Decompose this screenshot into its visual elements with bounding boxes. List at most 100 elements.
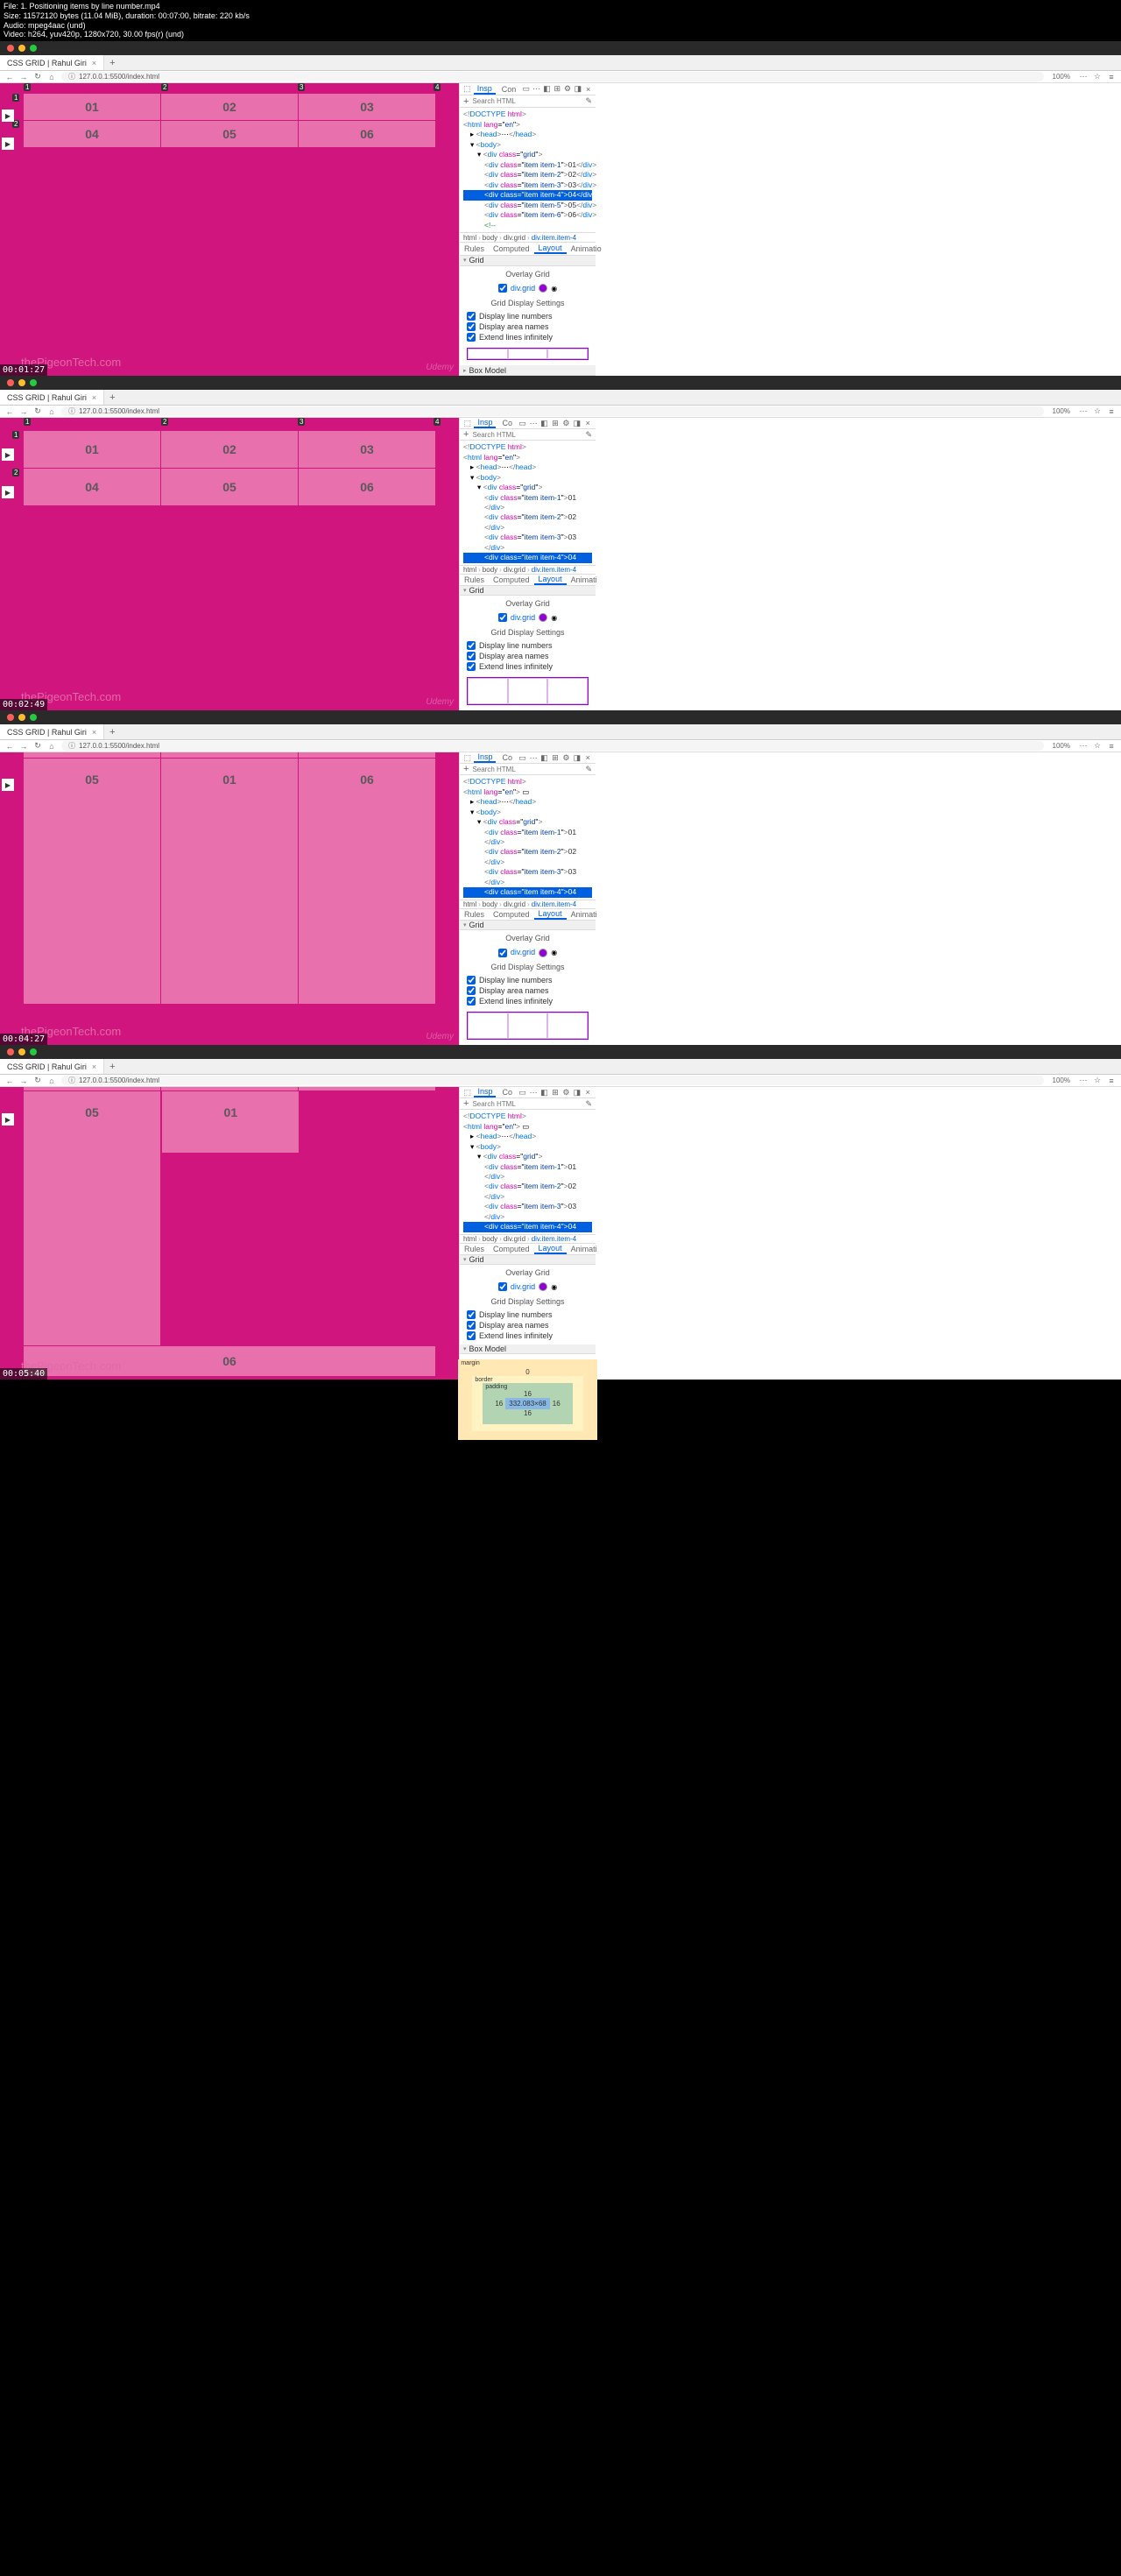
grid-item: 05 (161, 121, 298, 147)
box-model-header[interactable]: ▸Box Model (460, 365, 596, 376)
video-codec: Video: h264, yuv420p, 1280x720, 30.00 fp… (4, 30, 1117, 39)
dom-item-2[interactable]: <div class="item item-2">02</div> (463, 170, 592, 180)
browser-tab[interactable]: CSS GRID | Rahul Giri × (0, 55, 104, 70)
grid-section-header[interactable]: ▾Grid (460, 256, 596, 266)
grid-item: 03 (161, 1087, 298, 1090)
devtools-panel: ⬚ Insp Co ▭⋯◧⊞⚙◨× +✎ <!DOCTYPE html> <ht… (459, 418, 596, 710)
console-tab[interactable]: Con (498, 83, 520, 95)
layout-tab[interactable]: Layout (534, 243, 567, 254)
dom-body[interactable]: ▾ <body> (463, 140, 592, 150)
timecode: 00:02:49 (0, 699, 47, 710)
responsive-icon[interactable]: ▭ (522, 84, 530, 94)
paint-icon[interactable]: ◧ (543, 84, 551, 94)
reload-button[interactable]: ↻ (33, 73, 42, 81)
zoom-indicator[interactable]: 100% (1049, 73, 1074, 81)
bc-body[interactable]: body (483, 234, 497, 242)
overlay-grid-checkbox[interactable] (498, 284, 507, 293)
new-tab-button[interactable]: + (104, 58, 120, 68)
grid-item: 04 (299, 752, 435, 758)
search-html-input[interactable] (472, 431, 582, 439)
grid-line-marker: 2 (12, 469, 19, 476)
play-indicator-icon: ▶ (2, 779, 14, 791)
maximize-window-icon[interactable] (30, 45, 37, 52)
close-tab-icon[interactable]: × (92, 59, 96, 67)
breadcrumb-bar: html› body› div.grid› div.item.item-4 (460, 232, 596, 243)
bc-grid[interactable]: div.grid (504, 234, 525, 242)
inspector-tab[interactable]: Insp (474, 83, 496, 95)
edit-icon[interactable]: ✎ (585, 96, 592, 106)
devtools-search-row: + ✎ (460, 95, 596, 108)
more-icon[interactable]: ⋯ (532, 84, 540, 94)
reader-icon[interactable]: ⋯ (1079, 73, 1088, 81)
page-viewport: ▶ ▶ 1 2 3 4 1 2 01 02 03 04 05 06 thePig… (0, 83, 459, 376)
storage-icon[interactable]: ⊞ (553, 84, 561, 94)
dom-tree[interactable]: <!DOCTYPE html> <html lang="en"> ▸ <head… (460, 441, 596, 565)
grid-line-marker: 3 (298, 418, 305, 426)
play-indicator-icon: ▶ (2, 448, 14, 461)
close-devtools-icon[interactable]: × (584, 84, 592, 94)
dom-item-4-selected[interactable]: <div class="item item-4">04 (463, 553, 592, 562)
inspector-tab[interactable]: Insp (474, 418, 496, 428)
timecode: 00:04:27 (0, 1034, 47, 1045)
menu-icon[interactable]: ≡ (1107, 73, 1116, 81)
devtools-toolbar: ⬚ Insp Con ▭ ⋯ ◧ ⊞ ⚙ ◨ × (460, 83, 596, 95)
dom-item-3[interactable]: <div class="item item-3">03</div> (463, 180, 592, 190)
close-window-icon[interactable] (7, 45, 14, 52)
home-button[interactable]: ⌂ (47, 73, 56, 81)
dom-tree[interactable]: <!DOCTYPE html> <html lang="en"> ▸ <head… (460, 108, 596, 232)
dom-html[interactable]: <html lang="en"> (463, 120, 592, 130)
add-node-icon[interactable]: + (463, 96, 469, 107)
setting-line-numbers-checkbox[interactable] (467, 312, 476, 321)
grid-settings-title: Grid Display Settings (460, 295, 596, 311)
browser-tab-bar: CSS GRID | Rahul Giri × + (0, 55, 1121, 71)
url-field[interactable]: ⓘ127.0.0.1:5500/index.html (61, 406, 1044, 416)
bookmark-icon[interactable]: ☆ (1093, 73, 1102, 81)
dom-doctype[interactable]: <!DOCTYPE html> (463, 109, 592, 119)
grid-color-picker-icon[interactable]: ◉ (551, 285, 557, 293)
overlay-grid-name[interactable]: div.grid (511, 284, 535, 293)
mac-titlebar (0, 41, 1121, 55)
inspector-icon[interactable]: ⬚ (463, 419, 471, 428)
dom-comment[interactable]: <!-- (463, 221, 592, 230)
close-devtools-icon[interactable]: × (584, 419, 592, 428)
inspector-icon[interactable]: ⬚ (463, 84, 471, 94)
devtools-panel: ⬚ Insp Co ▭⋯◧⊞⚙◨× +✎ <!DOCTYPE html> <ht… (459, 1087, 596, 1380)
settings-icon[interactable]: ⚙ (564, 84, 572, 94)
co-tab[interactable]: Co (498, 418, 516, 428)
bc-html[interactable]: html (463, 234, 476, 242)
dom-item-1[interactable]: <div class="item item-1">01</div> (463, 160, 592, 170)
home-button[interactable]: ⌂ (47, 407, 56, 416)
frame-1: CSS GRID | Rahul Giri × + ← → ↻ ⌂ ⓘ 127.… (0, 41, 1121, 376)
grid-item: 01 (161, 759, 298, 1004)
back-button[interactable]: ← (5, 73, 14, 81)
dom-item-4-selected[interactable]: <div class="item item-4">04</div> (463, 190, 592, 200)
dock-icon[interactable]: ◨ (574, 84, 582, 94)
grid-item: 06 (299, 469, 435, 505)
lock-icon: ⓘ (68, 72, 75, 81)
forward-button[interactable]: → (19, 73, 28, 81)
computed-tab[interactable]: Computed (489, 244, 534, 253)
grid-item: 05 (24, 1091, 160, 1345)
url-text: 127.0.0.1:5500/index.html (79, 73, 159, 81)
back-button[interactable]: ← (5, 407, 14, 416)
grid-color-swatch[interactable] (539, 284, 547, 293)
tab-title: CSS GRID | Rahul Giri (7, 59, 87, 67)
search-html-input[interactable] (472, 97, 582, 105)
minimize-window-icon[interactable] (18, 45, 25, 52)
setting-extend-lines-checkbox[interactable] (467, 333, 476, 342)
setting-extend-lines-label: Extend lines infinitely (479, 333, 553, 342)
dom-grid[interactable]: ▾ <div class="grid"> (463, 150, 592, 159)
reload-button[interactable]: ↻ (33, 407, 42, 416)
dom-item-5[interactable]: <div class="item item-5">05</div> (463, 201, 592, 210)
rules-tab[interactable]: Rules (460, 244, 489, 253)
forward-button[interactable]: → (19, 407, 28, 416)
overlay-grid-checkbox[interactable] (498, 613, 507, 622)
url-field[interactable]: ⓘ 127.0.0.1:5500/index.html (61, 72, 1044, 81)
page-viewport: ▶ 02 03 04 05 01 06 thePigeonTech.com (0, 1087, 459, 1380)
grid-item: 03 (299, 431, 435, 468)
dom-head[interactable]: ▸ <head>⋯</head> (463, 130, 592, 139)
bc-item4[interactable]: div.item.item-4 (532, 234, 576, 242)
animations-tab[interactable]: Animatio (567, 244, 606, 253)
setting-area-names-checkbox[interactable] (467, 322, 476, 331)
dom-item-6[interactable]: <div class="item item-6">06</div> (463, 210, 592, 220)
